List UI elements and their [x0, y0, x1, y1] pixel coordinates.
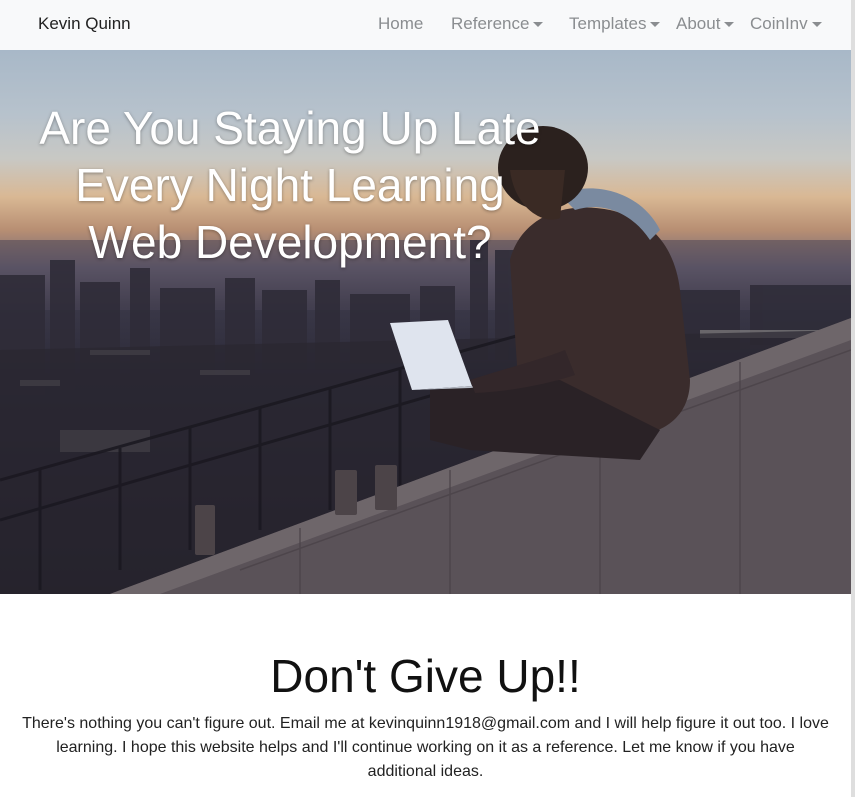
nav-templates-label: Templates — [569, 14, 647, 33]
caret-down-icon — [533, 22, 544, 27]
nav-reference-label: Reference — [451, 14, 530, 33]
hero-title-line-1: Are You Staying Up Late — [39, 102, 541, 154]
scrollbar-gutter — [851, 0, 855, 797]
nav-about-label: About — [676, 14, 721, 33]
hero-title: Are You Staying Up Late Every Night Lear… — [0, 100, 580, 271]
hero-title-line-2: Every Night Learning — [75, 159, 505, 211]
hero-title-line-3: Web Development? — [88, 216, 492, 268]
nav-about-dropdown[interactable]: About — [676, 14, 735, 34]
nav-templates-dropdown[interactable]: Templates — [569, 14, 661, 34]
nav-reference-dropdown[interactable]: Reference — [451, 14, 544, 34]
navbar: Kevin Quinn Home Reference Templates Abo… — [0, 0, 851, 50]
page: Kevin Quinn Home Reference Templates Abo… — [0, 0, 851, 797]
nav-home[interactable]: Home — [378, 14, 423, 34]
nav-home-label: Home — [378, 14, 424, 33]
hero-banner: Are You Staying Up Late Every Night Lear… — [0, 50, 851, 594]
caret-down-icon — [724, 22, 735, 27]
brand-link[interactable]: Kevin Quinn — [38, 14, 131, 34]
nav-coininv-label: CoinInv — [750, 14, 808, 33]
section-heading: Don't Give Up!! — [270, 650, 581, 702]
caret-down-icon — [650, 22, 661, 27]
intro-paragraph: There's nothing you can't figure out. Em… — [22, 715, 829, 780]
caret-down-icon — [811, 22, 822, 27]
nav-coininv-dropdown[interactable]: CoinInv — [750, 14, 822, 34]
